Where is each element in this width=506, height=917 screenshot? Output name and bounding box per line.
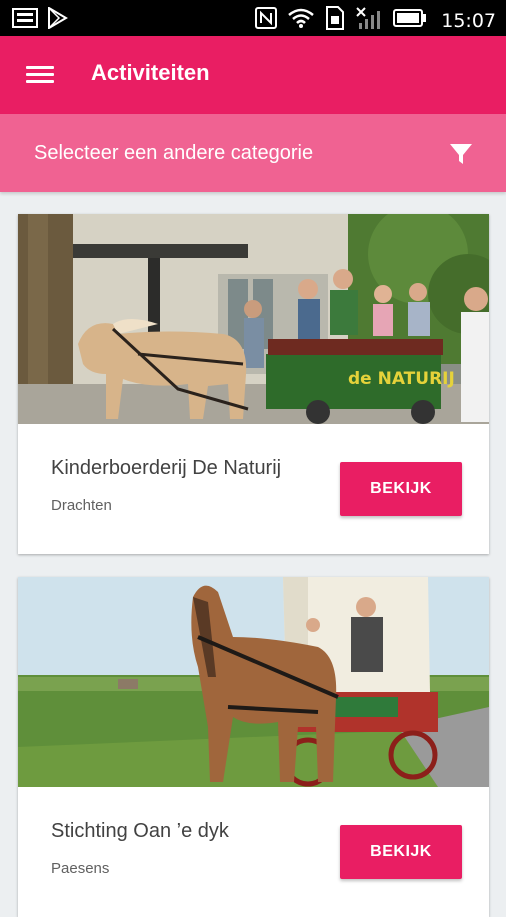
activity-card[interactable]: Stichting Oan ’e dyk Paesens BEKIJK bbox=[18, 577, 489, 917]
activity-photo: de NATURIJ bbox=[18, 214, 489, 424]
app-bar: Activiteiten bbox=[0, 36, 506, 114]
view-button[interactable]: BEKIJK bbox=[340, 462, 462, 516]
category-selector-label: Selecteer een andere categorie bbox=[34, 142, 314, 164]
nfc-icon bbox=[255, 7, 278, 34]
activity-location: Drachten bbox=[51, 497, 112, 514]
status-time: 15:07 bbox=[441, 9, 496, 32]
filter-icon[interactable] bbox=[449, 142, 473, 171]
category-selector[interactable]: Selecteer een andere categorie bbox=[0, 114, 506, 192]
page-title: Activiteiten bbox=[91, 60, 210, 85]
battery-icon bbox=[393, 9, 427, 32]
image-icon bbox=[12, 8, 38, 33]
no-signal-icon bbox=[355, 6, 383, 35]
menu-icon[interactable] bbox=[26, 62, 54, 86]
activity-photo bbox=[18, 577, 489, 787]
activity-title: Stichting Oan ’e dyk bbox=[51, 820, 229, 842]
activity-title: Kinderboerderij De Naturij bbox=[51, 457, 282, 479]
status-bar: 15:07 bbox=[0, 0, 506, 36]
wifi-icon bbox=[287, 7, 315, 34]
activity-card[interactable]: de NATURIJ Kinderboerderij De Naturij Dr… bbox=[18, 214, 489, 554]
play-store-icon bbox=[46, 6, 68, 34]
wagon-sign-text: de NATURIJ bbox=[348, 369, 455, 389]
sim-icon bbox=[325, 6, 345, 35]
activity-location: Paesens bbox=[51, 860, 110, 877]
view-button[interactable]: BEKIJK bbox=[340, 825, 462, 879]
